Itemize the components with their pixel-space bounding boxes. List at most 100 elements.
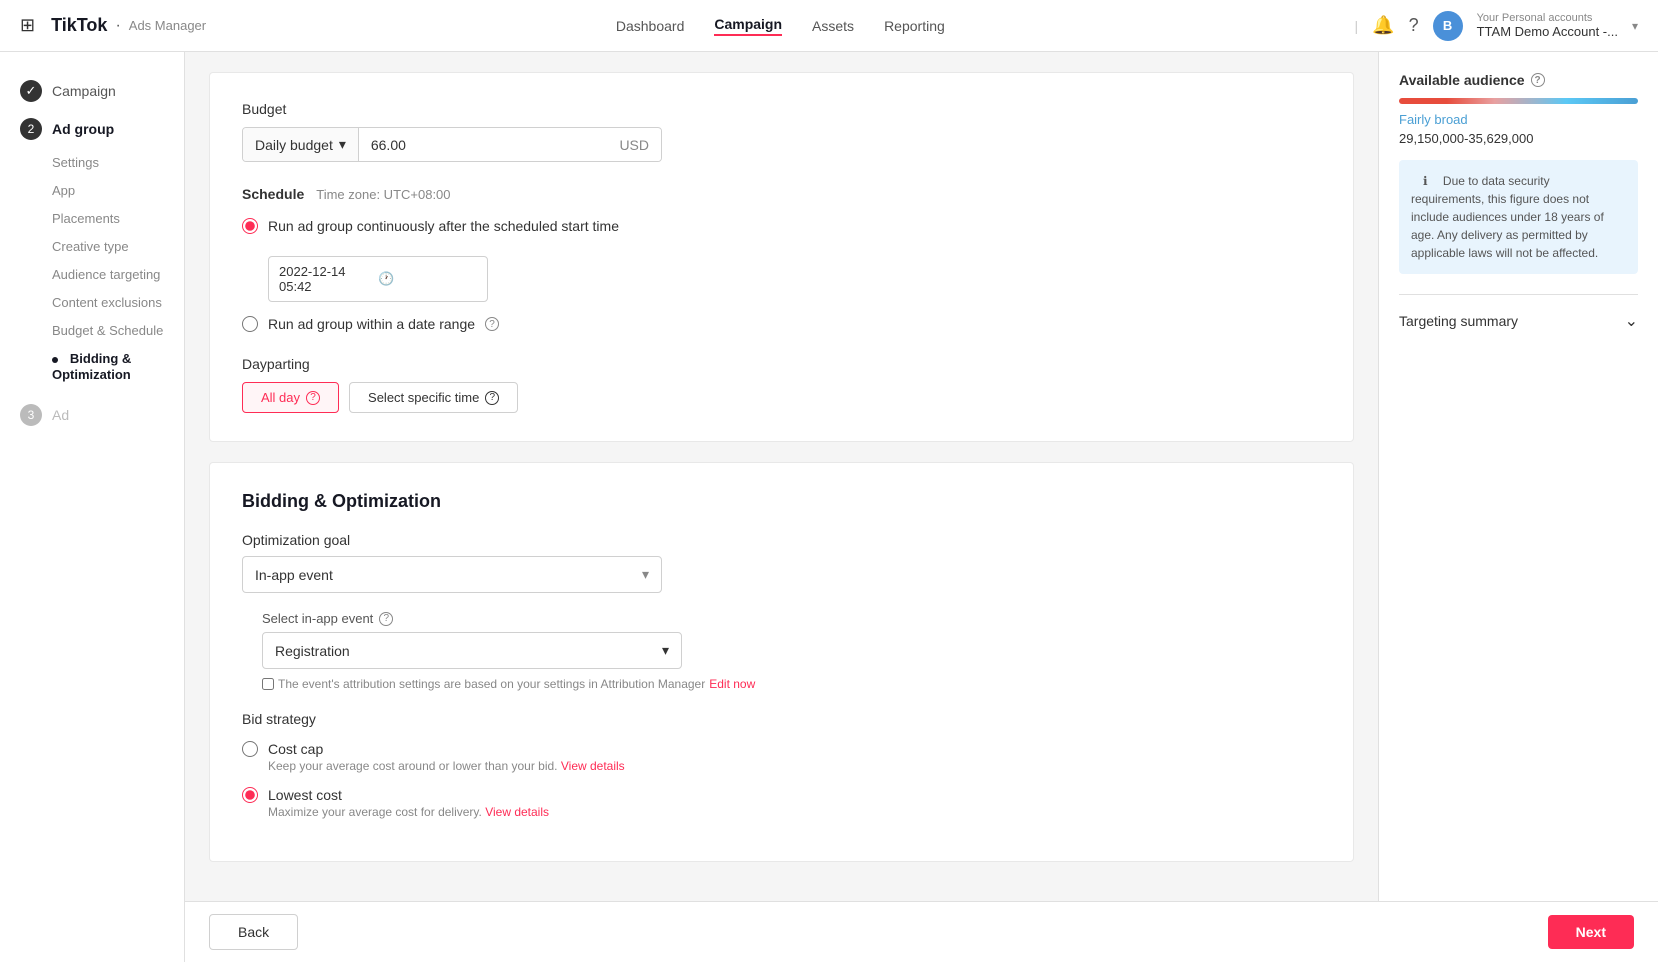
budget-amount-input[interactable] — [359, 129, 608, 161]
brand-sub: Ads Manager — [129, 18, 206, 33]
lowest-cost-view-details-link[interactable]: View details — [485, 805, 549, 819]
bottom-bar: Back Next — [185, 901, 1658, 962]
sidebar-step-adgroup[interactable]: 2 Ad group — [0, 110, 184, 148]
bid-lowest-cost-radio-item[interactable]: Lowest cost — [242, 787, 1321, 803]
bid-cost-cap-radio-item[interactable]: Cost cap — [242, 741, 1321, 757]
schedule-option-continuous[interactable]: Run ad group continuously after the sche… — [242, 218, 1321, 234]
daypart-specific-btn[interactable]: Select specific time ? — [349, 382, 518, 413]
help-icon[interactable]: ? — [1409, 15, 1419, 36]
account-dropdown-icon[interactable]: ▾ — [1632, 19, 1638, 33]
edit-now-link[interactable]: Edit now — [709, 677, 755, 691]
page-layout: ✓ Campaign 2 Ad group Settings App Place… — [0, 52, 1658, 962]
in-app-event-value: Registration — [275, 643, 350, 659]
in-app-event-select[interactable]: Registration ▾ — [262, 632, 682, 669]
sidebar-sub-app[interactable]: App — [0, 176, 184, 204]
clock-icon: 🕐 — [378, 271, 477, 287]
schedule-help-icon[interactable]: ? — [485, 317, 499, 331]
sidebar-step-ad[interactable]: 3 Ad — [0, 396, 184, 434]
nav-assets[interactable]: Assets — [812, 18, 854, 34]
avatar[interactable]: B — [1433, 11, 1463, 41]
nav-campaign[interactable]: Campaign — [714, 16, 782, 36]
schedule-radio-group: Run ad group continuously after the sche… — [242, 218, 1321, 332]
sidebar-placements-label: Placements — [52, 211, 120, 226]
grid-icon[interactable]: ⊞ — [20, 15, 35, 36]
timezone-label: Time zone: UTC+08:00 — [316, 187, 450, 202]
notifications-icon[interactable]: 🔔 — [1372, 15, 1394, 36]
daypart-allday-label: All day — [261, 390, 300, 405]
schedule-continuous-label: Run ad group continuously after the sche… — [268, 218, 619, 234]
attribution-note-text: The event's attribution settings are bas… — [278, 677, 705, 691]
sidebar-sub-settings[interactable]: Settings — [0, 148, 184, 176]
sidebar-sub-content-exclusions[interactable]: Content exclusions — [0, 288, 184, 316]
schedule-header: Schedule Time zone: UTC+08:00 — [242, 186, 1321, 202]
in-app-help-icon[interactable]: ? — [379, 612, 393, 626]
nav-dashboard[interactable]: Dashboard — [616, 18, 685, 34]
audience-notice: ℹ Due to data security requirements, thi… — [1399, 160, 1638, 274]
budget-type-value: Daily budget — [255, 137, 333, 153]
bidding-section-title: Bidding & Optimization — [242, 491, 1321, 512]
attribution-checkbox[interactable] — [262, 678, 274, 690]
in-app-event-section: Select in-app event ? Registration ▾ The… — [242, 611, 1321, 691]
attribution-note: The event's attribution settings are bas… — [262, 677, 1321, 691]
budget-row: Daily budget ▾ USD — [242, 127, 662, 162]
daypart-row: All day ? Select specific time ? — [242, 382, 1321, 413]
account-label: Your Personal accounts — [1477, 12, 1618, 24]
sidebar-sub-audience-targeting[interactable]: Audience targeting — [0, 260, 184, 288]
logo-area: ⊞ TikTok · Ads Manager — [20, 15, 206, 36]
nav-divider: | — [1355, 18, 1359, 34]
schedule-radio-daterange[interactable] — [242, 316, 258, 332]
sidebar: ✓ Campaign 2 Ad group Settings App Place… — [0, 52, 185, 962]
bid-cost-cap-radio[interactable] — [242, 741, 258, 757]
back-button[interactable]: Back — [209, 914, 298, 950]
audience-help-icon[interactable]: ? — [1531, 73, 1545, 87]
nav-right: | 🔔 ? B Your Personal accounts TTAM Demo… — [1355, 11, 1638, 41]
sidebar-budget-schedule-label: Budget & Schedule — [52, 323, 163, 338]
active-dot — [52, 357, 58, 363]
daypart-allday-help-icon[interactable]: ? — [306, 391, 320, 405]
budget-schedule-card: Budget Daily budget ▾ USD Schedule Time … — [209, 72, 1354, 442]
sidebar-ad-label: Ad — [52, 407, 69, 423]
step-num-adgroup: 2 — [20, 118, 42, 140]
sidebar-adgroup-label: Ad group — [52, 121, 114, 137]
account-info: Your Personal accounts TTAM Demo Account… — [1477, 12, 1618, 39]
budget-type-select[interactable]: Daily budget ▾ — [243, 128, 359, 161]
sidebar-sub-creative-type[interactable]: Creative type — [0, 232, 184, 260]
schedule-option-daterange[interactable]: Run ad group within a date range ? — [242, 316, 1321, 332]
audience-range: 29,150,000-35,629,000 — [1399, 131, 1638, 146]
daypart-specific-help-icon[interactable]: ? — [485, 391, 499, 405]
bid-strategy-label: Bid strategy — [242, 711, 1321, 727]
sidebar-app-label: App — [52, 183, 75, 198]
budget-select-chevron: ▾ — [339, 136, 346, 153]
bid-option-cost-cap: Cost cap Keep your average cost around o… — [242, 741, 1321, 773]
nav-reporting[interactable]: Reporting — [884, 18, 945, 34]
dayparting-label: Dayparting — [242, 356, 1321, 372]
sidebar-sub-placements[interactable]: Placements — [0, 204, 184, 232]
targeting-summary-chevron-icon[interactable]: ⌄ — [1625, 311, 1638, 331]
next-button[interactable]: Next — [1548, 915, 1634, 949]
sidebar-bidding-label: Bidding & Optimization — [52, 351, 131, 382]
sidebar-audience-targeting-label: Audience targeting — [52, 267, 160, 282]
cost-cap-view-details-link[interactable]: View details — [561, 759, 625, 773]
sidebar-creative-type-label: Creative type — [52, 239, 129, 254]
bid-lowest-cost-desc: Maximize your average cost for delivery.… — [242, 805, 1321, 819]
targeting-summary[interactable]: Targeting summary ⌄ — [1399, 294, 1638, 331]
schedule-radio-continuous[interactable] — [242, 218, 258, 234]
daypart-allday-btn[interactable]: All day ? — [242, 382, 339, 413]
optimization-goal-select[interactable]: In-app event ▾ — [242, 556, 662, 593]
sidebar-settings-label: Settings — [52, 155, 99, 170]
bid-lowest-cost-radio[interactable] — [242, 787, 258, 803]
schedule-daterange-label: Run ad group within a date range — [268, 316, 475, 332]
in-app-chevron-icon: ▾ — [662, 642, 669, 659]
sidebar-sub-bidding[interactable]: Bidding & Optimization — [0, 344, 184, 388]
nav-links: Dashboard Campaign Assets Reporting — [206, 16, 1354, 36]
main-content: Budget Daily budget ▾ USD Schedule Time … — [185, 52, 1378, 962]
bid-cost-cap-desc: Keep your average cost around or lower t… — [242, 759, 1321, 773]
datetime-input[interactable]: 2022-12-14 05:42 🕐 — [268, 256, 488, 302]
optimization-goal-label: Optimization goal — [242, 532, 1321, 548]
sidebar-sub-budget-schedule[interactable]: Budget & Schedule — [0, 316, 184, 344]
bid-option-lowest-cost: Lowest cost Maximize your average cost f… — [242, 787, 1321, 819]
sidebar-step-campaign[interactable]: ✓ Campaign — [0, 72, 184, 110]
datetime-value: 2022-12-14 05:42 — [279, 264, 378, 294]
sidebar-content-exclusions-label: Content exclusions — [52, 295, 162, 310]
schedule-label: Schedule — [242, 186, 304, 202]
